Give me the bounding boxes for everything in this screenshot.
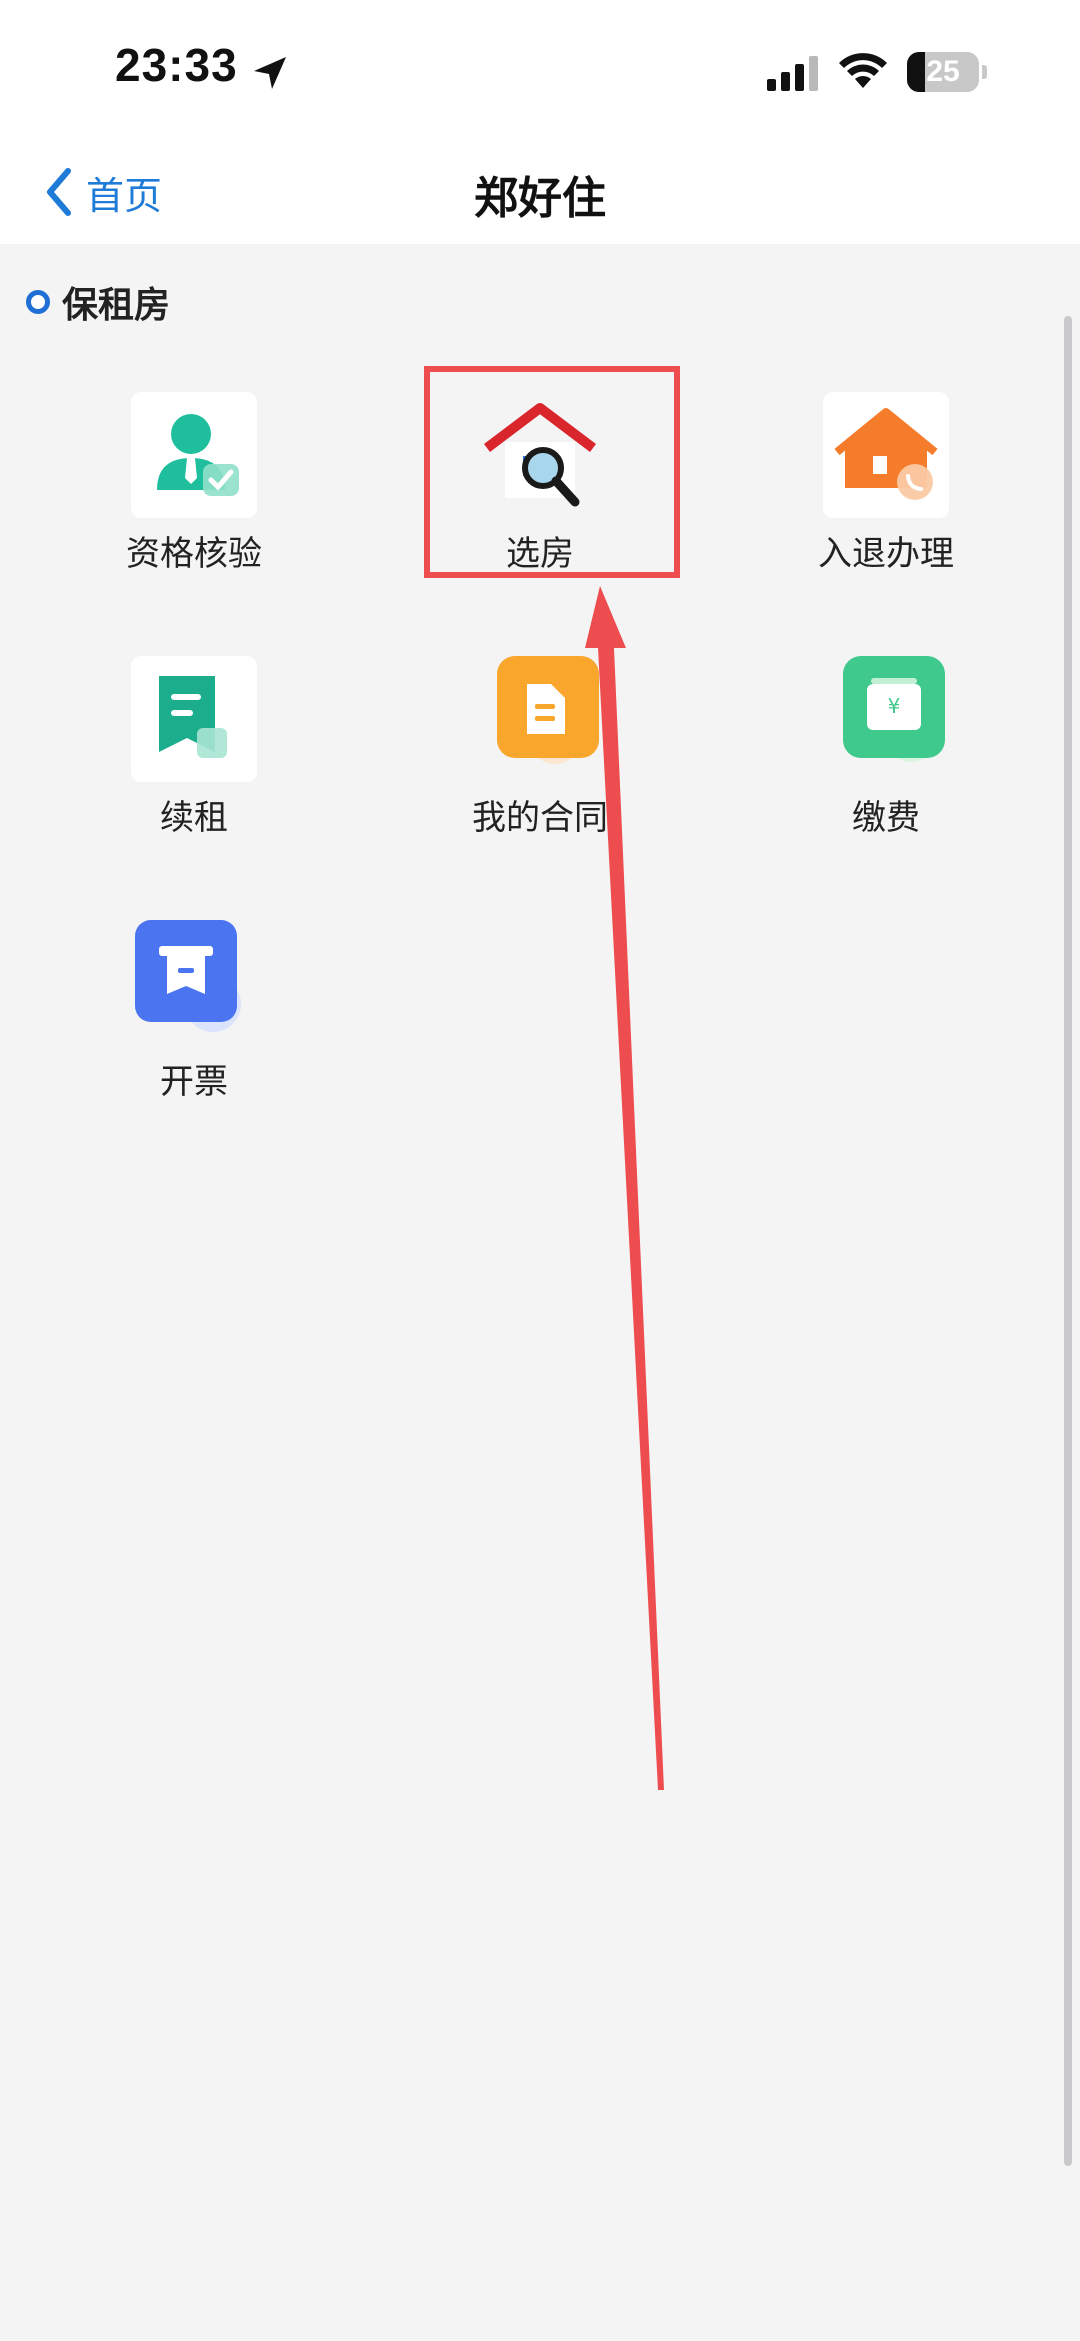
annotation-arrow-icon xyxy=(585,586,664,1790)
scrollbar[interactable] xyxy=(1064,316,1072,2166)
